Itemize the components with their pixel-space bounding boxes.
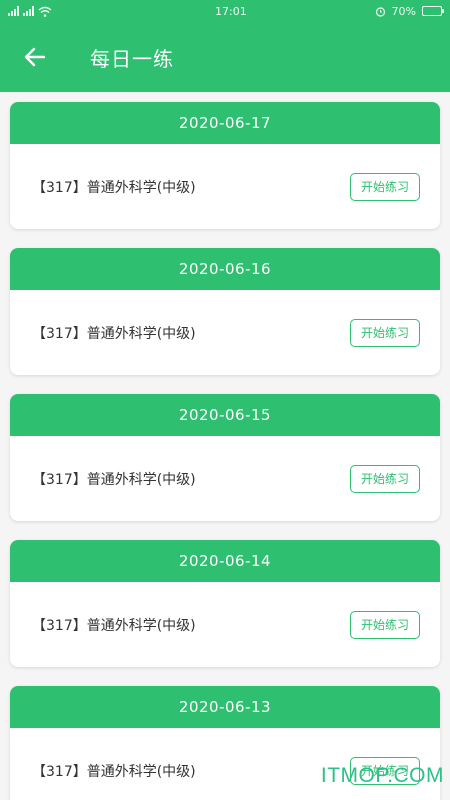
card-date: 2020-06-13	[10, 686, 440, 728]
wifi-icon	[38, 6, 52, 17]
app-bar: 每日一练	[0, 22, 450, 92]
signal-icon	[8, 6, 19, 16]
watermark-text: ITMOP.COM	[320, 764, 444, 787]
card-body: 【317】普通外科学(中级) 开始练习	[10, 144, 440, 229]
back-button[interactable]	[0, 22, 70, 92]
start-practice-button[interactable]: 开始练习	[350, 318, 420, 347]
practice-card: 2020-06-17 【317】普通外科学(中级) 开始练习	[10, 102, 440, 229]
status-bar: 17:01 70%	[0, 0, 450, 22]
card-date: 2020-06-15	[10, 394, 440, 436]
signal-icon-2	[23, 6, 34, 16]
arrow-left-icon	[24, 47, 46, 67]
start-practice-button[interactable]: 开始练习	[350, 610, 420, 639]
practice-list[interactable]: 2020-06-17 【317】普通外科学(中级) 开始练习 2020-06-1…	[0, 92, 450, 800]
practice-card: 2020-06-15 【317】普通外科学(中级) 开始练习	[10, 394, 440, 521]
status-time: 17:01	[215, 4, 247, 18]
start-practice-button[interactable]: 开始练习	[350, 464, 420, 493]
card-body: 【317】普通外科学(中级) 开始练习	[10, 290, 440, 375]
card-body: 【317】普通外科学(中级) 开始练习	[10, 582, 440, 667]
practice-card: 2020-06-14 【317】普通外科学(中级) 开始练习	[10, 540, 440, 667]
course-name: 【317】普通外科学(中级)	[32, 763, 196, 780]
start-practice-button[interactable]: 开始练习	[350, 172, 420, 201]
status-left	[8, 6, 188, 17]
battery-icon	[422, 6, 444, 16]
course-name: 【317】普通外科学(中级)	[32, 325, 196, 342]
card-body: 【317】普通外科学(中级) 开始练习	[10, 436, 440, 521]
course-name: 【317】普通外科学(中级)	[32, 471, 196, 488]
card-date: 2020-06-16	[10, 248, 440, 290]
alarm-icon	[375, 6, 385, 17]
battery-percent: 70%	[391, 4, 416, 18]
status-right: 70%	[375, 4, 444, 18]
card-date: 2020-06-14	[10, 540, 440, 582]
card-date: 2020-06-17	[10, 102, 440, 144]
course-name: 【317】普通外科学(中级)	[32, 617, 196, 634]
practice-card: 2020-06-16 【317】普通外科学(中级) 开始练习	[10, 248, 440, 375]
course-name: 【317】普通外科学(中级)	[32, 179, 196, 196]
page-title: 每日一练	[90, 46, 174, 71]
